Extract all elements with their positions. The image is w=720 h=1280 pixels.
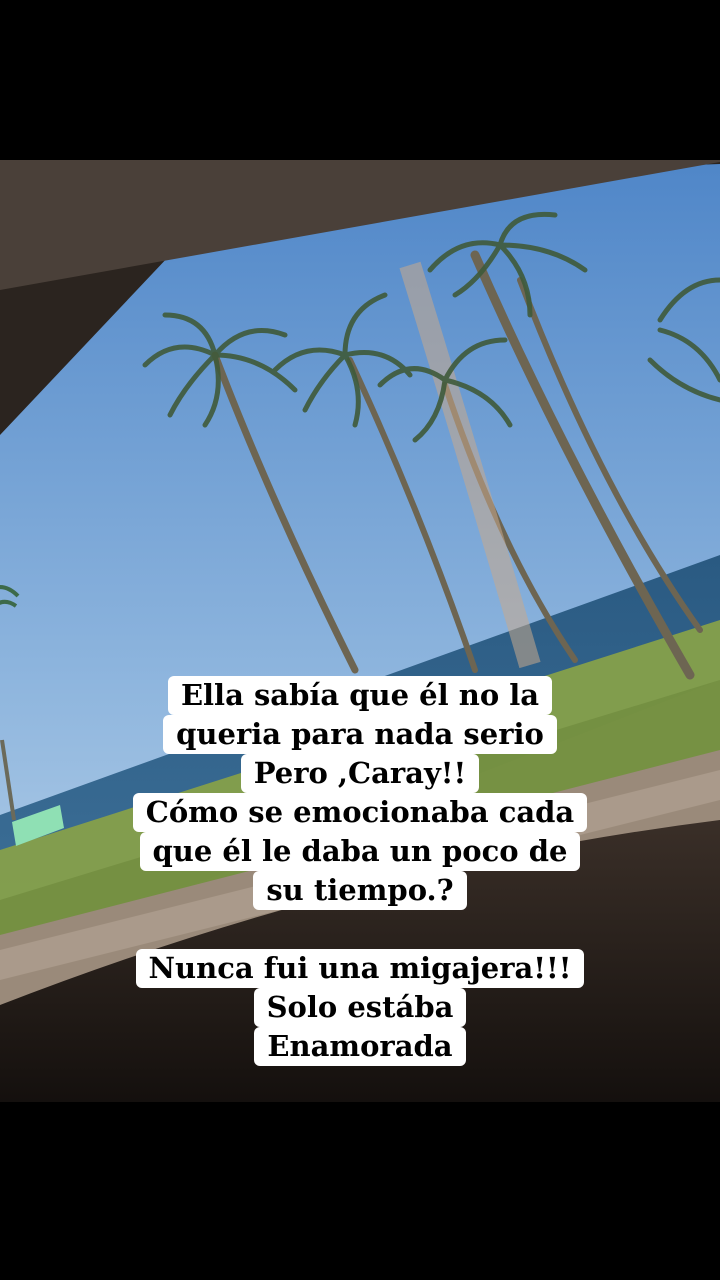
caption-line-9: Enamorada — [254, 1027, 466, 1066]
caption-line-7: Nunca fui una migajera!!! — [135, 949, 585, 988]
caption-line-5: que él le daba un poco de — [139, 832, 581, 871]
caption-line-3: Pero ,Caray!! — [240, 754, 480, 793]
caption-line-8: Solo estába — [253, 988, 467, 1027]
caption-line-6: su tiempo.? — [253, 871, 467, 910]
letterbox-bottom — [0, 1118, 720, 1280]
story-caption: Ella sabía que él no la queria para nada… — [0, 676, 720, 1066]
caption-line-2: queria para nada serio — [163, 715, 557, 754]
letterbox-top — [0, 0, 720, 160]
caption-line-1: Ella sabía que él no la — [167, 676, 553, 715]
caption-line-4: Cómo se emocionaba cada — [132, 793, 588, 832]
